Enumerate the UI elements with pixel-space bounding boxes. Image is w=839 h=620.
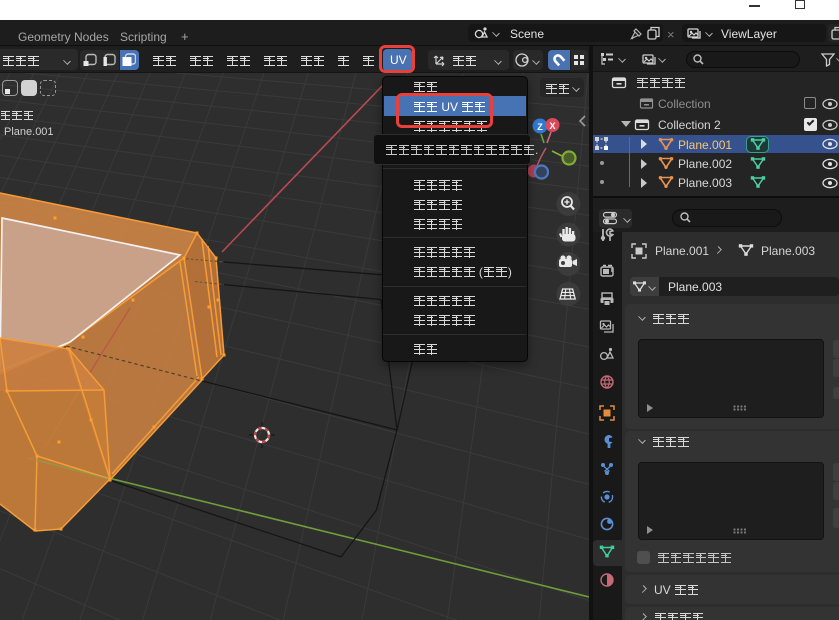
svg-text:Z: Z: [537, 122, 543, 132]
svg-text:X: X: [549, 121, 555, 131]
